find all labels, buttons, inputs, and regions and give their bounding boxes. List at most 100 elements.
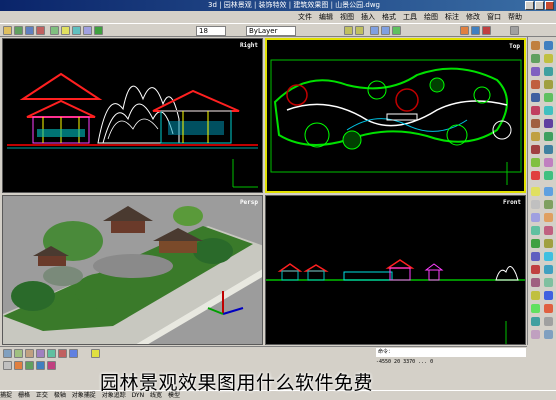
- osnap-icon[interactable]: [47, 349, 56, 358]
- section-tool-icon[interactable]: [531, 278, 540, 287]
- text-tool-icon[interactable]: [544, 80, 553, 89]
- menu-draw[interactable]: 绘图: [424, 11, 438, 23]
- rotate-tool-icon[interactable]: [531, 106, 540, 115]
- regen-tool-icon[interactable]: [544, 317, 553, 326]
- circle-tool-icon[interactable]: [531, 54, 540, 63]
- subtract-tool-icon[interactable]: [544, 226, 553, 235]
- print-icon[interactable]: [36, 26, 45, 35]
- explode-tool-icon[interactable]: [531, 158, 540, 167]
- insert-tool-icon[interactable]: [544, 304, 553, 313]
- offset-tool-icon[interactable]: [544, 119, 553, 128]
- viewport-front[interactable]: Front: [265, 195, 526, 345]
- polygon-tool-icon[interactable]: [544, 67, 553, 76]
- layer-freeze-icon[interactable]: [72, 26, 81, 35]
- menu-help[interactable]: 帮助: [508, 11, 522, 23]
- sheet-set-icon[interactable]: [36, 361, 45, 370]
- properties-icon[interactable]: [460, 26, 469, 35]
- publish-icon[interactable]: [25, 361, 34, 370]
- block-tool-icon[interactable]: [531, 304, 540, 313]
- status-snap[interactable]: 捕捉: [0, 392, 12, 399]
- menu-dimension[interactable]: 标注: [445, 11, 459, 23]
- measure-tool-icon[interactable]: [531, 330, 540, 339]
- zoom-icon[interactable]: [381, 26, 390, 35]
- menu-file[interactable]: 文件: [298, 11, 312, 23]
- viewport-perspective[interactable]: Persp: [2, 195, 263, 345]
- minimize-button[interactable]: [525, 1, 534, 10]
- view-tool-icon[interactable]: [531, 317, 540, 326]
- array-tool-icon[interactable]: [544, 158, 553, 167]
- camera-tool-icon[interactable]: [544, 252, 553, 261]
- linetype-dropdown[interactable]: ByLayer: [246, 26, 296, 36]
- extrude-tool-icon[interactable]: [531, 213, 540, 222]
- viewport-top[interactable]: Top: [265, 38, 526, 193]
- model-space-icon[interactable]: [91, 349, 100, 358]
- ortho-icon[interactable]: [25, 349, 34, 358]
- layout-icon[interactable]: [3, 361, 12, 370]
- fillet-tool-icon[interactable]: [531, 145, 540, 154]
- shade-tool-icon[interactable]: [544, 265, 553, 274]
- union-tool-icon[interactable]: [531, 226, 540, 235]
- otrack-icon[interactable]: [58, 349, 67, 358]
- rectangle-tool-icon[interactable]: [531, 67, 540, 76]
- light-tool-icon[interactable]: [531, 252, 540, 261]
- redo-icon[interactable]: [355, 26, 364, 35]
- status-osnap[interactable]: 对象捕捉: [72, 392, 96, 399]
- copy-tool-icon[interactable]: [544, 93, 553, 102]
- layer-lock-icon[interactable]: [83, 26, 92, 35]
- extend-tool-icon[interactable]: [544, 132, 553, 141]
- ucs-tool-icon[interactable]: [544, 291, 553, 300]
- lineweight-icon[interactable]: [69, 349, 78, 358]
- tool-palette-icon[interactable]: [482, 26, 491, 35]
- erase-tool-icon[interactable]: [531, 171, 540, 180]
- layer-manager-icon[interactable]: [50, 26, 59, 35]
- markup-icon[interactable]: [47, 361, 56, 370]
- hatch-tool-icon[interactable]: [531, 80, 540, 89]
- zoom-window-icon[interactable]: [392, 26, 401, 35]
- stretch-tool-icon[interactable]: [544, 171, 553, 180]
- cylinder-tool-icon[interactable]: [531, 200, 540, 209]
- maximize-button[interactable]: [535, 1, 544, 10]
- pan-icon[interactable]: [370, 26, 379, 35]
- snap-icon[interactable]: [3, 349, 12, 358]
- grid-icon[interactable]: [14, 349, 23, 358]
- list-tool-icon[interactable]: [544, 330, 553, 339]
- status-ortho[interactable]: 正交: [36, 392, 48, 399]
- slice-tool-icon[interactable]: [544, 278, 553, 287]
- polyline-tool-icon[interactable]: [544, 41, 553, 50]
- polar-icon[interactable]: [36, 349, 45, 358]
- layer-dropdown[interactable]: 18: [196, 26, 226, 36]
- new-file-icon[interactable]: [3, 26, 12, 35]
- save-icon[interactable]: [25, 26, 34, 35]
- box-tool-icon[interactable]: [531, 187, 540, 196]
- layer-state-icon[interactable]: [61, 26, 70, 35]
- dimension-tool-icon[interactable]: [531, 291, 540, 300]
- menu-edit[interactable]: 编辑: [319, 11, 333, 23]
- layer-color-icon[interactable]: [94, 26, 103, 35]
- orbit-tool-icon[interactable]: [531, 265, 540, 274]
- menu-view[interactable]: 视图: [340, 11, 354, 23]
- close-button[interactable]: [545, 1, 554, 10]
- arc-tool-icon[interactable]: [544, 54, 553, 63]
- viewport-right[interactable]: Right: [2, 38, 263, 193]
- move-tool-icon[interactable]: [531, 93, 540, 102]
- chamfer-tool-icon[interactable]: [544, 145, 553, 154]
- menu-window[interactable]: 窗口: [487, 11, 501, 23]
- trim-tool-icon[interactable]: [531, 132, 540, 141]
- render-tool-icon[interactable]: [531, 239, 540, 248]
- scale-tool-icon[interactable]: [544, 106, 553, 115]
- design-center-icon[interactable]: [471, 26, 480, 35]
- menu-modify[interactable]: 修改: [466, 11, 480, 23]
- cone-tool-icon[interactable]: [544, 200, 553, 209]
- line-tool-icon[interactable]: [531, 41, 540, 50]
- menu-insert[interactable]: 插入: [361, 11, 375, 23]
- command-input[interactable]: 命令：: [376, 348, 526, 357]
- status-polar[interactable]: 极轴: [54, 392, 66, 399]
- menu-tools[interactable]: 工具: [403, 11, 417, 23]
- menu-format[interactable]: 格式: [382, 11, 396, 23]
- open-file-icon[interactable]: [14, 26, 23, 35]
- help-icon[interactable]: [510, 26, 519, 35]
- sphere-tool-icon[interactable]: [544, 187, 553, 196]
- status-grid[interactable]: 栅格: [18, 392, 30, 399]
- plot-icon[interactable]: [14, 361, 23, 370]
- undo-icon[interactable]: [344, 26, 353, 35]
